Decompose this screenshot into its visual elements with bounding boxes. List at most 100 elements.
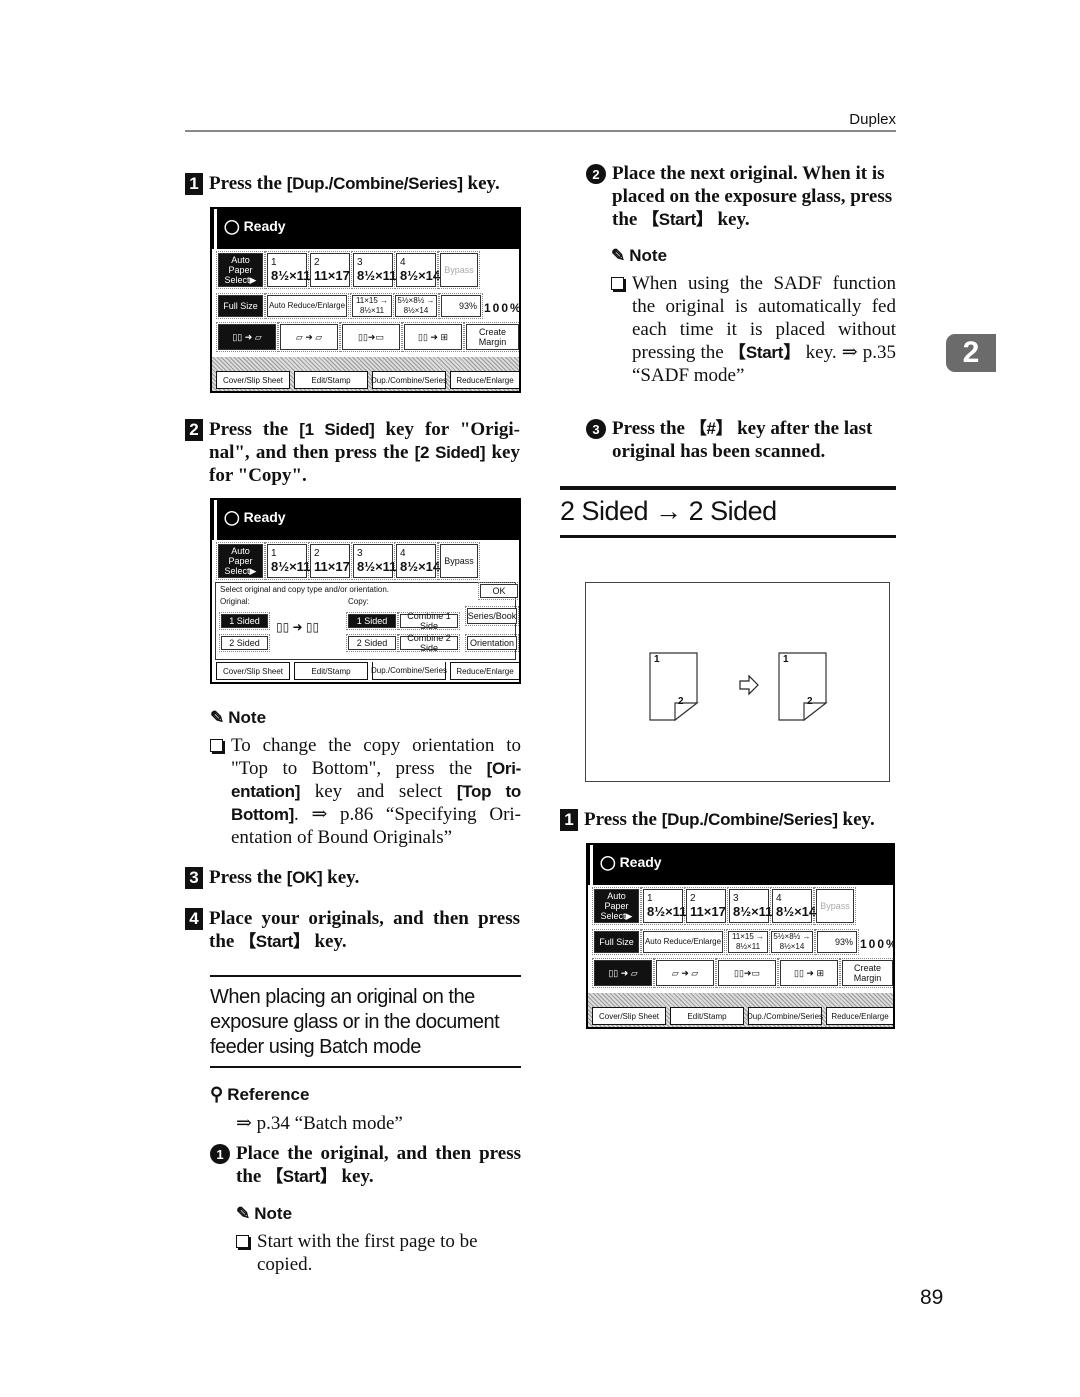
checkbox-bullet-icon <box>210 739 223 752</box>
header-rule <box>185 130 896 132</box>
zoom-preset-button[interactable]: 93% <box>815 929 859 955</box>
ratio-readout: 100% <box>484 301 521 315</box>
page-back-label: 2 <box>678 696 684 707</box>
duplex-2to2-button[interactable]: ▱ ➜ ▱ <box>654 958 716 988</box>
duplex-1to2-button[interactable]: ▯▯ ➜ ▱ <box>592 958 654 988</box>
combine-icon: ▯▯➜▭ <box>734 968 760 978</box>
status-bar: ◯ Ready <box>590 845 893 885</box>
step-1-left: 1 Press the [Dup./Combine/Series] key. <box>185 172 525 195</box>
substep-number: 3 <box>586 419 606 439</box>
combine-4in1-button[interactable]: ▯▯ ➜ ⊞ <box>778 958 840 988</box>
checkbox-bullet-icon <box>236 1235 249 1248</box>
bypass-button[interactable]: Bypass <box>814 887 856 925</box>
preset-ratio-1-button[interactable]: 11×15 → 8½×11 <box>350 293 394 319</box>
substep-2: 2 Place the next original. When it is pl… <box>586 162 896 231</box>
tab-reduce-enlarge[interactable]: Reduce/Enlarge <box>450 662 519 680</box>
tab-dup-combine-series[interactable]: Dup./Combine/Series <box>371 371 447 389</box>
combine-2in1-button[interactable]: ▯▯➜▭ <box>716 958 778 988</box>
substep-1: 1 Place the original, and then press the… <box>210 1142 521 1188</box>
copy-1-sided-button[interactable]: 1 Sided <box>346 612 398 630</box>
full-size-button[interactable]: Full Size <box>216 293 265 319</box>
full-size-button[interactable]: Full Size <box>592 929 641 955</box>
preset-ratio-1-button[interactable]: 11×15 → 8½×11 <box>726 929 770 955</box>
page-front-label: 1 <box>654 654 660 665</box>
tray-3-button[interactable]: 3 8½×11 <box>351 542 396 580</box>
status-bar: ◯ Ready <box>214 500 519 540</box>
original-1-sided-button[interactable]: 1 Sided <box>219 612 270 630</box>
tab-reduce-enlarge[interactable]: Reduce/Enlarge <box>826 1007 893 1025</box>
tab-cover-slip-sheet[interactable]: Cover/Slip Sheet <box>216 371 290 389</box>
section-title: 2 Sided → 2 Sided <box>560 496 777 526</box>
tray-1-button[interactable]: 1 8½×11 <box>265 542 310 580</box>
panel-body: Auto Paper Select▶ 1 8½×11 2 11×17 3 8½×11 … <box>212 249 519 391</box>
tab-edit-stamp[interactable]: Edit/Stamp <box>670 1007 744 1025</box>
tray-4-button[interactable]: 4 8½×14 <box>770 887 816 925</box>
section-rule-thick <box>560 486 896 490</box>
ok-button[interactable]: OK <box>478 582 519 600</box>
subsection-heading: When placing an original on the exposure… <box>210 986 500 1058</box>
checkbox-bullet-icon <box>611 277 624 290</box>
ready-icon: ◯ <box>224 509 244 525</box>
tray-2-button[interactable]: 2 11×17 <box>684 887 728 925</box>
page-number: 89 <box>920 1286 944 1309</box>
original-2-sided-button[interactable]: 2 Sided <box>219 634 270 652</box>
panel-body: Auto Paper Select▶ 1 8½×11 2 11×17 3 8½×11 … <box>212 540 519 682</box>
bypass-button[interactable]: Bypass <box>438 542 480 580</box>
step-number: 1 <box>185 173 203 195</box>
tray-4-button[interactable]: 4 8½×14 <box>394 251 440 289</box>
combine-4in1-button[interactable]: ▯▯ ➜ ⊞ <box>402 322 464 352</box>
combine-1-side-button[interactable]: Combine 1 Side <box>398 611 460 631</box>
orientation-button[interactable]: Orientation <box>465 634 519 652</box>
duplex-2to2-button[interactable]: ▱ ➜ ▱ <box>278 322 340 352</box>
series-book-button[interactable]: Series/Book <box>465 606 519 626</box>
combine-icon: ▯▯ ➜ ⊞ <box>794 968 824 978</box>
duplex-1to2-button[interactable]: ▯▯ ➜ ▱ <box>216 322 278 352</box>
tab-reduce-enlarge[interactable]: Reduce/Enlarge <box>450 371 519 389</box>
reference-link[interactable]: ⇒ p.34 “Batch mode” <box>236 1112 403 1135</box>
diagram-svg <box>649 652 828 722</box>
combine-2in1-button[interactable]: ▯▯➜▭ <box>340 322 402 352</box>
page-back-label: 2 <box>807 696 813 707</box>
status-bar: ◯ Ready <box>214 209 519 249</box>
tray-2-button[interactable]: 2 11×17 <box>308 251 352 289</box>
note-item: When using the SADF function the origina… <box>611 272 896 387</box>
create-margin-button[interactable]: Create Margin <box>840 958 893 988</box>
tray-2-button[interactable]: 2 11×17 <box>308 542 352 580</box>
running-header: Duplex <box>849 111 896 128</box>
tab-edit-stamp[interactable]: Edit/Stamp <box>294 662 368 680</box>
copier-panel-duplex: ◯ Ready Auto Paper Select▶ 1 8½×11 2 11×17… <box>210 498 521 684</box>
tray-3-button[interactable]: 3 8½×11 <box>727 887 772 925</box>
create-margin-button[interactable]: Create Margin <box>464 322 519 352</box>
preset-ratio-2-button[interactable]: 5½×8½ → 8½×14 <box>769 929 815 955</box>
duplex-icon: ▱ ➜ ▱ <box>295 332 323 342</box>
step-3: 3 Press the [OK] key. <box>185 866 520 889</box>
copy-label: Copy: <box>348 597 369 606</box>
step-number: 3 <box>185 867 203 889</box>
combine-2-side-button[interactable]: Combine 2 Side <box>398 633 460 653</box>
tab-dup-combine-series[interactable]: Dup./Combine/Series <box>747 1007 823 1025</box>
tab-cover-slip-sheet[interactable]: Cover/Slip Sheet <box>216 662 290 680</box>
tab-edit-stamp[interactable]: Edit/Stamp <box>294 371 368 389</box>
tab-dup-combine-series[interactable]: Dup./Combine/Series <box>371 662 447 680</box>
auto-paper-select-button[interactable]: Auto Paper Select▶ <box>592 887 641 925</box>
bypass-button[interactable]: Bypass <box>438 251 480 289</box>
tray-4-button[interactable]: 4 8½×14 <box>394 542 440 580</box>
auto-paper-select-button[interactable]: Auto Paper Select▶ <box>216 251 265 289</box>
note-heading: ✎ Note <box>210 708 267 727</box>
pencil-icon: ✎ <box>236 1204 251 1223</box>
tray-1-button[interactable]: 1 8½×11 <box>641 887 686 925</box>
tray-1-button[interactable]: 1 8½×11 <box>265 251 310 289</box>
substep-number: 2 <box>586 164 606 184</box>
tray-3-button[interactable]: 3 8½×11 <box>351 251 396 289</box>
preset-ratio-2-button[interactable]: 5½×8½ → 8½×14 <box>393 293 439 319</box>
pencil-icon: ✎ <box>210 708 225 727</box>
copier-panel-main: ◯ Ready Auto Paper Select▶ 1 8½×11 2 11×17… <box>210 207 521 393</box>
auto-reduce-enlarge-button[interactable]: Auto Reduce/Enlarge <box>265 293 349 319</box>
zoom-preset-button[interactable]: 93% <box>439 293 483 319</box>
auto-paper-select-button[interactable]: Auto Paper Select▶ <box>216 542 265 580</box>
combine-icon: ▯▯➜▭ <box>358 332 384 342</box>
tab-cover-slip-sheet[interactable]: Cover/Slip Sheet <box>592 1007 666 1025</box>
substep-number: 1 <box>210 1144 230 1164</box>
auto-reduce-enlarge-button[interactable]: Auto Reduce/Enlarge <box>641 929 725 955</box>
copy-2-sided-button[interactable]: 2 Sided <box>346 634 398 652</box>
